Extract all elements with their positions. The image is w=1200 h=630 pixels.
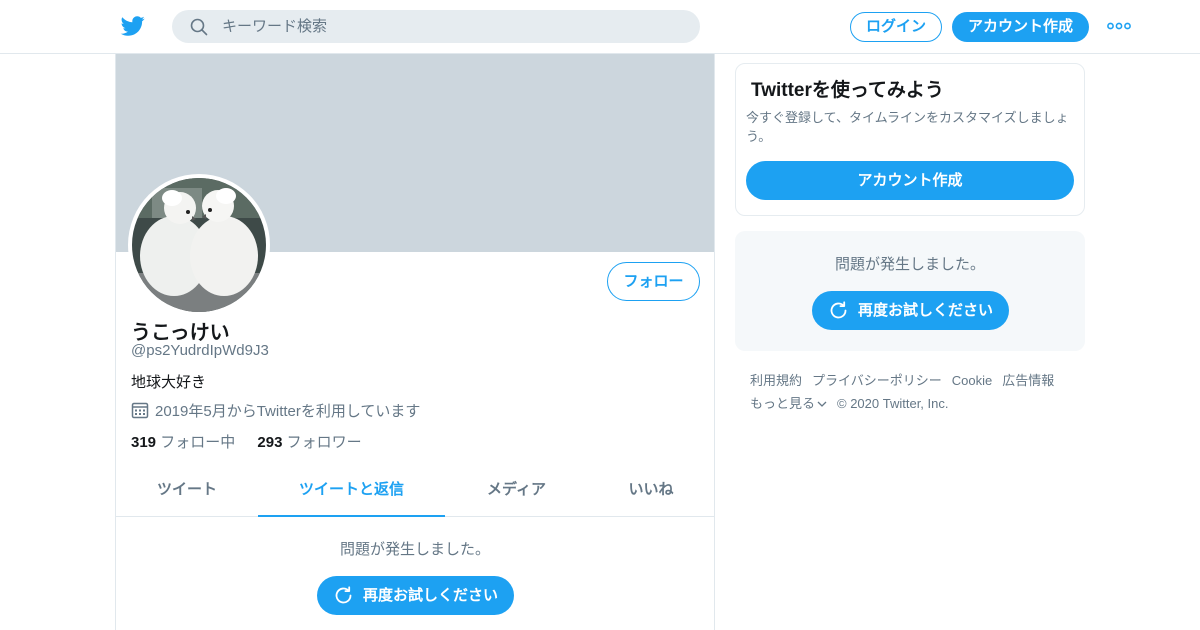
timeline-retry-label: 再度お試しください	[363, 587, 499, 604]
calendar-icon	[131, 402, 149, 419]
footer-link-terms[interactable]: 利用規約	[750, 373, 802, 388]
signup-card: Twitterを使ってみよう 今すぐ登録して、タイムラインをカスタマイズしましょ…	[735, 63, 1085, 216]
footer-link-ads-info[interactable]: 広告情報	[1002, 373, 1054, 388]
timeline-retry-button[interactable]: 再度お試しください	[317, 576, 514, 615]
following-count: 319	[131, 434, 157, 451]
follow-button[interactable]: フォロー	[607, 262, 700, 301]
followers-label: フォロワー	[286, 434, 362, 451]
footer-more-label: もっと見る	[750, 396, 816, 411]
refresh-icon	[830, 301, 847, 319]
footer-links: 利用規約 プライバシーポリシー Cookie 広告情報 もっと見る © 2020 Twi…	[750, 369, 1080, 415]
footer-copyright: © 2020 Twitter, Inc.	[837, 396, 949, 411]
tab-tweets-and-replies[interactable]: ツイートと返信	[258, 466, 445, 517]
refresh-icon	[335, 586, 352, 604]
profile-column: フォロー うこっけい @ps2YudrdIpWd9J3 地球大好き 2019年5…	[115, 54, 715, 630]
profile-display-name: うこっけい	[131, 322, 230, 344]
signup-button[interactable]: アカウント作成	[952, 12, 1089, 42]
profile-handle: @ps2YudrdIpWd9J3	[131, 342, 269, 359]
followers-stat[interactable]: 293 フォロワー	[257, 431, 361, 452]
joined-date-text: 2019年5月からTwitterを利用しています	[155, 403, 421, 420]
sidebar-error-card: 問題が発生しました。 再度お試しください	[735, 231, 1085, 351]
signup-card-title: Twitterを使ってみよう	[751, 80, 944, 101]
chevron-down-icon	[817, 401, 827, 407]
avatar-chicken-image	[132, 178, 266, 312]
footer-link-cookie[interactable]: Cookie	[952, 373, 992, 388]
top-navigation-bar: ログイン アカウント作成	[0, 0, 1200, 54]
profile-bio: 地球大好き	[131, 374, 207, 391]
search-input[interactable]	[222, 10, 682, 43]
twitter-bird-logo-icon[interactable]	[120, 14, 146, 38]
sidebar-retry-label: 再度お試しください	[858, 302, 994, 319]
profile-tabs: ツイート ツイートと返信 メディア いいね	[116, 466, 714, 517]
search-icon	[190, 18, 208, 36]
timeline-error-message: 問題が発生しました。	[339, 541, 490, 558]
signup-card-button[interactable]: アカウント作成	[746, 161, 1074, 200]
followers-count: 293	[257, 434, 283, 451]
avatar[interactable]	[128, 174, 270, 316]
following-label: フォロー中	[160, 434, 236, 451]
login-button[interactable]: ログイン	[850, 12, 942, 42]
search-bar	[172, 10, 700, 43]
joined-date: 2019年5月からTwitterを利用しています	[131, 401, 420, 421]
tab-likes[interactable]: いいね	[588, 466, 714, 517]
sidebar-error-message: 問題が発生しました。	[834, 256, 985, 273]
profile-stats: 319 フォロー中 293 フォロワー	[131, 431, 380, 452]
more-options-icon[interactable]	[1107, 21, 1131, 31]
sidebar-retry-button[interactable]: 再度お試しください	[812, 291, 1009, 330]
footer-link-privacy[interactable]: プライバシーポリシー	[812, 373, 942, 388]
signup-card-description: 今すぐ登録して、タイムラインをカスタマイズしましょう。	[746, 110, 1069, 144]
footer-more-button[interactable]: もっと見る	[750, 396, 827, 411]
following-stat[interactable]: 319 フォロー中	[131, 431, 235, 452]
tab-media[interactable]: メディア	[445, 466, 588, 517]
tab-tweets[interactable]: ツイート	[116, 466, 258, 517]
